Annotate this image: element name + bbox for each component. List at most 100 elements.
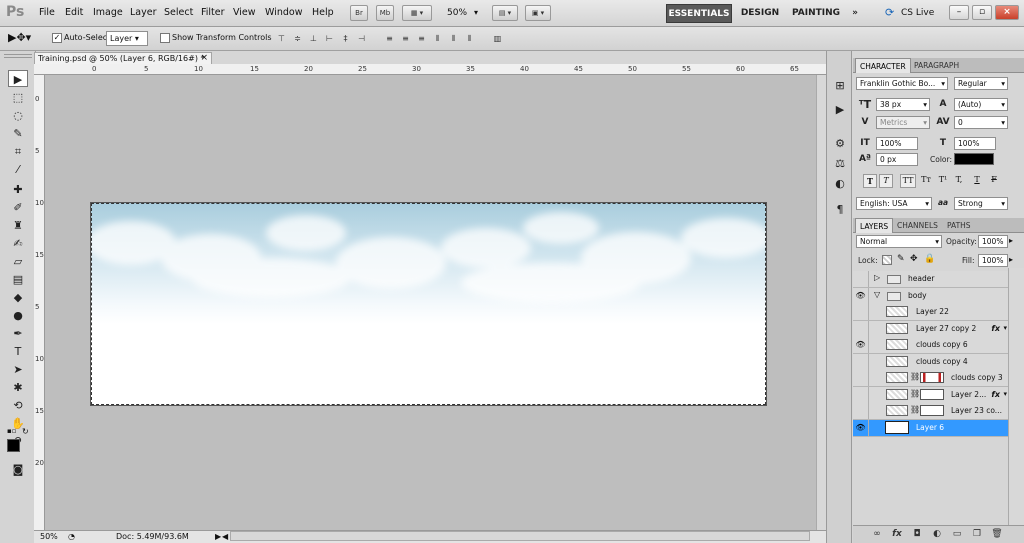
- layer-group-row[interactable]: ▷ header: [853, 271, 1008, 288]
- swap-colors-icon[interactable]: ↻: [22, 427, 29, 436]
- blend-mode-select[interactable]: Normal ▾: [856, 235, 942, 248]
- tools-grip[interactable]: [4, 54, 32, 58]
- subscript-button[interactable]: T,: [952, 174, 966, 188]
- crop-tool-icon[interactable]: ⌗: [8, 143, 28, 160]
- workspace-painting[interactable]: PAINTING: [789, 4, 843, 23]
- layer-mask-thumbnail[interactable]: [920, 388, 944, 400]
- tab-paths[interactable]: PATHS: [943, 218, 975, 233]
- auto-select-target-select[interactable]: Layer ▾: [106, 31, 148, 46]
- antialias-select[interactable]: Strong ▾: [954, 197, 1008, 210]
- adjustment-layer-icon[interactable]: ◐: [931, 528, 943, 540]
- visibility-eye-icon[interactable]: 👁: [853, 419, 869, 436]
- font-style-select[interactable]: Regular ▾: [954, 77, 1008, 90]
- workspace-design[interactable]: DESIGN: [738, 4, 782, 23]
- show-transform-checkbox[interactable]: [160, 33, 170, 43]
- distribute-vcenter-icon[interactable]: ≡: [400, 33, 411, 44]
- auto-select-checkbox[interactable]: ✓: [52, 33, 62, 43]
- effects-toggle-icon[interactable]: ▾: [1003, 324, 1007, 332]
- align-right-icon[interactable]: ⊣: [356, 33, 367, 44]
- actions-panel-icon[interactable]: ▶: [833, 103, 847, 117]
- gradient-tool-icon[interactable]: ▤: [8, 271, 28, 288]
- superscript-button[interactable]: T¹: [936, 174, 950, 188]
- fill-slider-icon[interactable]: ▸: [1009, 255, 1013, 264]
- quick-mask-icon[interactable]: ◙: [8, 461, 28, 478]
- new-group-icon[interactable]: ▭: [951, 528, 963, 540]
- cs-live-button[interactable]: CS Live: [901, 8, 934, 18]
- language-select[interactable]: English: USA ▾: [856, 197, 932, 210]
- document-tab[interactable]: Training.psd @ 50% (Layer 6, RGB/16#) * …: [34, 52, 212, 64]
- visibility-eye-icon[interactable]: [853, 403, 869, 419]
- zoom-dropdown-icon[interactable]: ▾: [474, 8, 478, 17]
- clone-stamp-tool-icon[interactable]: ♜: [8, 217, 28, 234]
- distribute-left-icon[interactable]: ⫴: [432, 33, 443, 44]
- quick-select-tool-icon[interactable]: ✎: [8, 125, 28, 142]
- bridge-button[interactable]: Br: [350, 5, 368, 21]
- tab-character[interactable]: CHARACTER: [855, 58, 911, 73]
- fill-field[interactable]: 100%: [978, 254, 1008, 267]
- group-toggle-icon[interactable]: ▷: [874, 273, 880, 282]
- move-tool-preset-icon[interactable]: ▶✥▾: [8, 31, 31, 44]
- screen-mode-button[interactable]: ▣ ▾: [525, 5, 551, 21]
- faux-italic-button[interactable]: T: [879, 174, 893, 188]
- auto-align-icon[interactable]: ▥: [492, 33, 503, 44]
- status-menu-arrow-icon[interactable]: ▶: [215, 531, 221, 543]
- eraser-tool-icon[interactable]: ▱: [8, 253, 28, 270]
- document-close-button[interactable]: ×: [200, 53, 208, 64]
- adjustments-panel-icon[interactable]: ⚙: [833, 137, 847, 151]
- effects-toggle-icon[interactable]: ▾: [1003, 390, 1007, 398]
- dodge-tool-icon[interactable]: ●: [8, 307, 28, 324]
- status-zoom[interactable]: 50%: [40, 531, 58, 543]
- history-panel-icon[interactable]: ⊞: [833, 79, 847, 93]
- visibility-eye-icon[interactable]: [853, 304, 869, 320]
- mask-link-icon[interactable]: ⛓: [910, 405, 920, 414]
- layer-row[interactable]: Layer 22: [853, 304, 1008, 321]
- kerning-field[interactable]: Metrics ▾: [876, 116, 930, 129]
- opacity-slider-icon[interactable]: ▸: [1009, 236, 1013, 245]
- align-hcenter-icon[interactable]: ‡: [340, 33, 351, 44]
- layer-mask-thumbnail[interactable]: [920, 372, 944, 383]
- lock-transparent-icon[interactable]: [882, 255, 892, 265]
- text-color-swatch[interactable]: [954, 153, 994, 165]
- small-caps-button[interactable]: Tт: [918, 174, 934, 188]
- visibility-eye-icon[interactable]: [853, 370, 869, 386]
- menu-view[interactable]: View: [233, 7, 256, 18]
- 3d-rotate-tool-icon[interactable]: ⟲: [8, 397, 28, 414]
- align-bottom-icon[interactable]: ⊥: [308, 33, 319, 44]
- tracking-field[interactable]: 0 ▾: [954, 116, 1008, 129]
- lock-position-icon[interactable]: ✥: [910, 254, 918, 264]
- leading-field[interactable]: (Auto) ▾: [954, 98, 1008, 111]
- maximize-button[interactable]: ▫: [972, 5, 992, 20]
- layer-row[interactable]: 👁 clouds copy 6: [853, 337, 1008, 354]
- move-tool-icon[interactable]: ▶: [8, 70, 28, 87]
- workspace-essentials[interactable]: ESSENTIALS: [666, 4, 732, 23]
- workspace-more-button[interactable]: »: [846, 4, 864, 23]
- underline-button[interactable]: T: [970, 174, 984, 188]
- mask-link-icon[interactable]: ⛓: [910, 372, 920, 381]
- visibility-eye-icon[interactable]: [853, 386, 869, 403]
- scroll-left-icon[interactable]: ◀: [222, 531, 228, 543]
- foreground-color-swatch[interactable]: [7, 439, 20, 452]
- lock-all-icon[interactable]: 🔒: [924, 254, 935, 264]
- layer-group-row[interactable]: 👁 ▽ body: [853, 287, 1008, 305]
- add-mask-icon[interactable]: ◘: [911, 528, 923, 540]
- menu-edit[interactable]: Edit: [65, 7, 83, 18]
- marquee-tool-icon[interactable]: ⬚: [8, 89, 28, 106]
- mini-bridge-button[interactable]: Mb: [376, 5, 394, 21]
- visibility-eye-icon[interactable]: [853, 353, 869, 370]
- visibility-eye-icon[interactable]: 👁: [853, 337, 869, 353]
- vertical-scale-field[interactable]: 100%: [876, 137, 918, 150]
- lasso-tool-icon[interactable]: ◌: [8, 107, 28, 124]
- new-layer-icon[interactable]: ❐: [971, 528, 983, 540]
- horizontal-scrollbar[interactable]: [230, 531, 810, 541]
- menu-window[interactable]: Window: [265, 7, 302, 18]
- default-colors-icon[interactable]: ▪▫: [7, 427, 17, 435]
- layer-effects-icon[interactable]: fx: [991, 321, 1000, 337]
- styles-panel-icon[interactable]: ⚖: [833, 157, 847, 171]
- add-style-icon[interactable]: fx: [891, 528, 903, 540]
- strikethrough-button[interactable]: F: [987, 174, 1001, 188]
- menu-help[interactable]: Help: [312, 7, 334, 18]
- close-button[interactable]: ×: [995, 5, 1019, 20]
- layers-scrollbar[interactable]: [1008, 268, 1024, 525]
- menu-select[interactable]: Select: [164, 7, 193, 18]
- lock-image-icon[interactable]: ✎: [897, 254, 905, 264]
